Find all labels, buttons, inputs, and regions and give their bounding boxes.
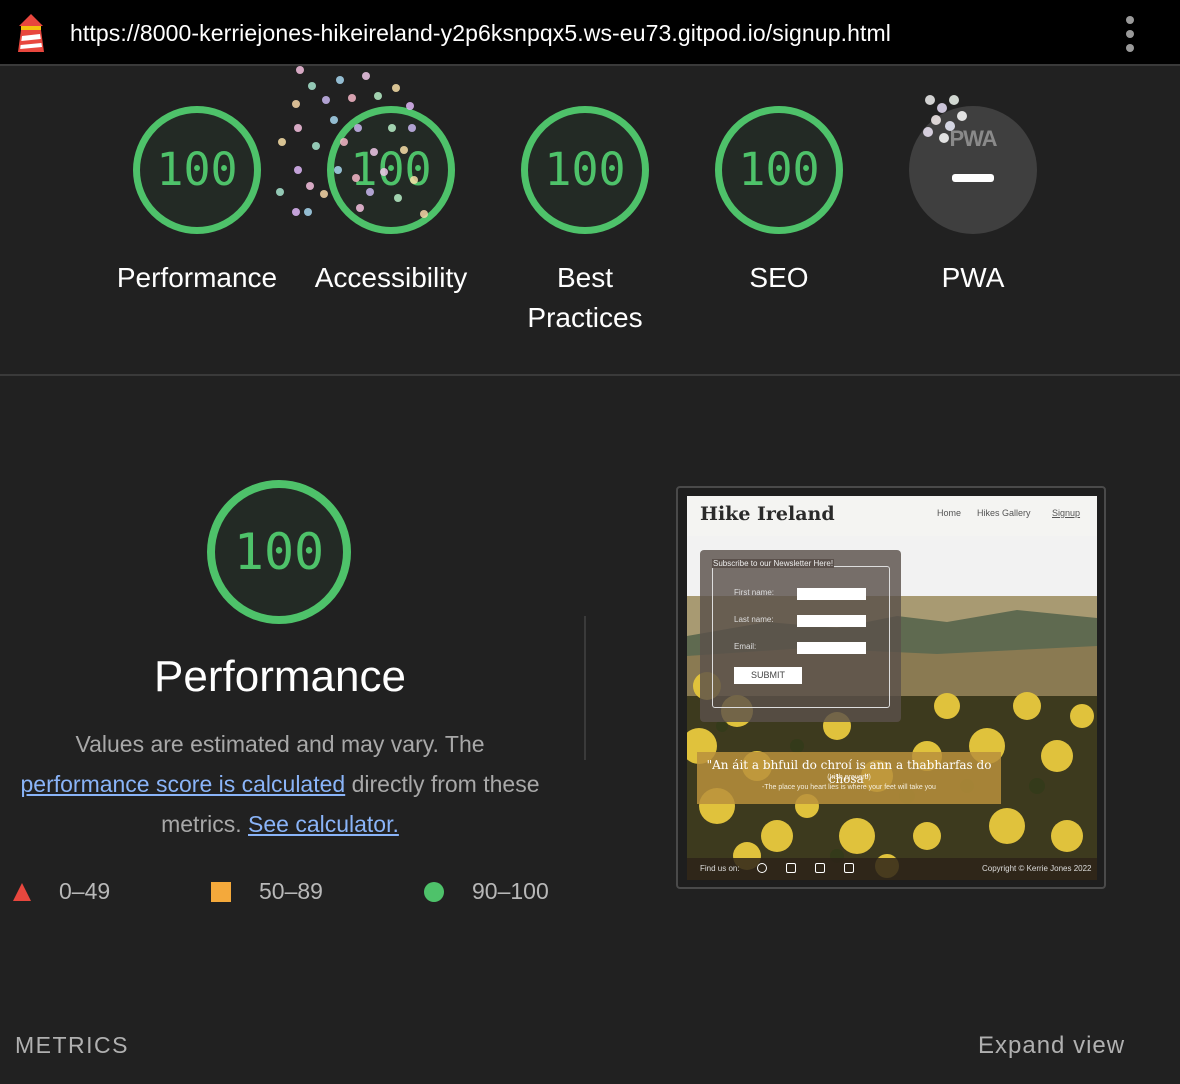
instagram-icon [844,863,854,873]
site-nav-gallery: Hikes Gallery [977,508,1031,518]
field-label: Email: [734,642,757,651]
page-screenshot-thumbnail[interactable]: Hike Ireland Home Hikes Gallery Signup S… [676,486,1106,889]
score-ring: 100 [521,106,649,234]
site-nav-home: Home [937,508,962,518]
newsletter-form: Subscribe to our Newsletter Here! First … [700,550,901,722]
footer-copyright: Copyright © Kerrie Jones 2022 [982,864,1092,873]
performance-description: Values are estimated and may vary. The p… [20,724,540,844]
field-label: Last name: [734,615,774,624]
score-ring: 100 [715,106,843,234]
quote-translation: -The place you heart lies is where your … [762,784,936,791]
legend-pass: 90–100 [424,878,564,908]
site-footer: Find us on: Copyright © Kerrie Jones 202… [687,858,1097,880]
legend-range: 0–49 [59,878,111,904]
site-nav-signup: Signup [1052,508,1081,518]
site-navbar: Hike Ireland Home Hikes Gallery Signup [687,496,1097,536]
footer-find-us: Find us on: [700,864,740,873]
quote-source: (Irish proverb) [827,774,871,781]
desc-prefix: Values are estimated and may vary. The [75,731,485,757]
field-label: First name: [734,588,775,597]
vertical-divider [584,616,586,760]
facebook-icon [757,863,767,873]
legend-range: 90–100 [472,878,549,904]
last-name-input [797,615,866,627]
legend-fail: 0–49 [12,878,132,908]
triangle-icon [13,883,31,901]
gauge-label: Best Practices [527,262,643,333]
metrics-heading: METRICS [15,1032,129,1058]
screenshot-content: Hike Ireland Home Hikes Gallery Signup S… [687,496,1097,880]
browser-url-bar: https://8000-kerriejones-hikeireland-y2p… [0,0,1180,66]
gauge-best-practices[interactable]: 100 Best Practices [485,106,685,336]
gauge-label: Performance [116,262,278,293]
youtube-icon [815,863,825,873]
kebab-menu-icon[interactable] [1122,16,1138,52]
legend-average: 50–89 [211,878,341,908]
lighthouse-icon [18,14,44,52]
pwa-badge: PWA [909,106,1037,234]
gauge-label: PWA [941,262,1005,293]
score-value: 100 [544,143,626,196]
form-legend: Subscribe to our Newsletter Here! [712,559,835,568]
gauge-pwa[interactable]: PWA PWA [873,106,1073,336]
quote-banner: "An áit a bhfuil do chroí is ann a thabh… [697,752,1001,804]
legend-range: 50–89 [259,878,323,904]
performance-score-ring: 100 [207,480,351,624]
twitter-icon [786,863,796,873]
score-calculation-link[interactable]: performance score is calculated [20,771,345,797]
section-divider [0,374,1180,376]
gauge-label: SEO [749,262,809,293]
quote-text: "An áit a bhfuil do chroí is ann a thabh… [706,758,992,786]
pwa-dash-icon [952,174,994,182]
gauge-performance[interactable]: 100 Performance [97,106,297,336]
submit-button: SUBMIT [734,667,802,684]
score-ring: 100 [133,106,261,234]
expand-view-button[interactable]: Expand view [978,1032,1125,1060]
score-value: 100 [350,143,432,196]
address-url[interactable]: https://8000-kerriejones-hikeireland-y2p… [70,20,891,47]
score-ring: 100 [327,106,455,234]
first-name-input [797,588,866,600]
performance-score-value: 100 [233,523,325,581]
gauge-accessibility[interactable]: 100 Accessibility [291,106,491,336]
pwa-badge-text: PWA [949,126,997,151]
circle-icon [424,882,444,902]
see-calculator-link[interactable]: See calculator. [248,811,399,837]
site-title: Hike Ireland [700,503,835,525]
performance-title: Performance [154,652,406,701]
email-input [797,642,866,654]
score-value: 100 [156,143,238,196]
square-icon [211,882,231,902]
gauge-label: Accessibility [314,262,468,293]
gauge-seo[interactable]: 100 SEO [679,106,879,336]
score-value: 100 [738,143,820,196]
